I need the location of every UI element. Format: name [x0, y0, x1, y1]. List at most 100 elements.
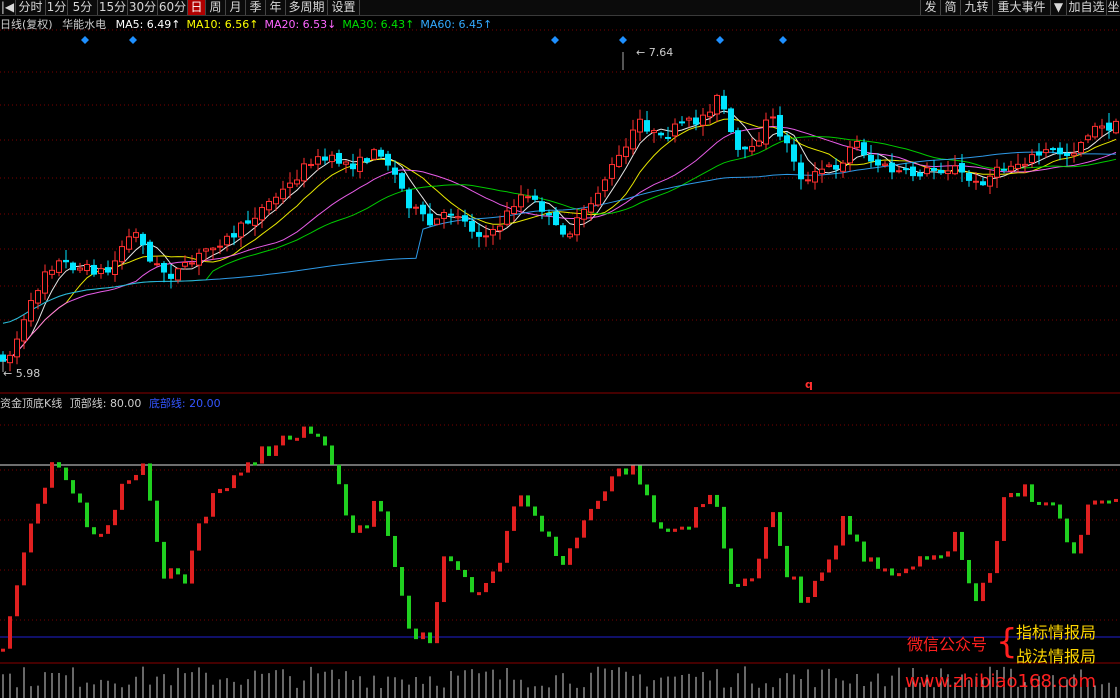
indicator-bar-59	[414, 628, 418, 640]
ma-legend-item-0: MA5: 6.49↑	[115, 18, 181, 31]
candle-body-70	[490, 228, 496, 236]
candle-body-3	[21, 319, 27, 342]
candle-body-54	[378, 149, 384, 157]
candle-body-48	[336, 152, 342, 164]
indicator-bar-42	[295, 437, 299, 441]
toolbar-item-13[interactable]: 设置	[328, 0, 360, 15]
indicator-bar-102	[715, 494, 719, 507]
candle-body-87	[609, 164, 615, 179]
low-price-value: 5.98	[15, 367, 41, 380]
indicator-bar-107	[750, 578, 754, 582]
candle-body-16	[112, 260, 118, 275]
candle-body-86	[602, 179, 608, 192]
indicator-bar-92	[645, 484, 649, 496]
toolbar-item-2[interactable]: 1分	[46, 0, 68, 15]
candle-body-8	[56, 260, 62, 273]
diamond-marker-2	[551, 36, 559, 44]
toolbar-item-8[interactable]: 周	[206, 0, 226, 15]
toolbar-item-11[interactable]: 年	[266, 0, 286, 15]
candle-body-154	[1078, 142, 1084, 154]
toolbar-right-item-6[interactable]: 坐	[1106, 0, 1120, 15]
toolbar-item-6[interactable]: 60分	[158, 0, 188, 15]
toolbar-item-10[interactable]: 季	[246, 0, 266, 15]
candle-body-100	[700, 114, 706, 126]
indicator-bar-55	[386, 511, 390, 536]
candle-body-74	[518, 194, 524, 208]
indicator-bar-152	[1065, 518, 1069, 543]
indicator-bar-62	[435, 602, 439, 644]
candle-body-51	[357, 156, 363, 172]
indicator-bar-153	[1072, 542, 1076, 554]
indicator-bar-43	[302, 426, 306, 438]
toolbar-item-1[interactable]: 分时	[16, 0, 46, 15]
candle-body-31	[217, 245, 223, 248]
toolbar-right-item-2[interactable]: 九转	[960, 0, 992, 15]
indicator-bar-45	[316, 433, 320, 437]
candle-body-14	[98, 268, 104, 275]
indicator-bar-101	[708, 494, 712, 505]
candle-body-123	[861, 142, 867, 156]
candle-body-25	[175, 268, 181, 281]
candle-body-152	[1064, 152, 1070, 156]
candle-body-81	[567, 233, 573, 238]
candle-body-90	[630, 129, 636, 150]
toolbar-item-5[interactable]: 30分	[128, 0, 158, 15]
q-marker: q	[805, 378, 813, 391]
candle-body-159	[1113, 120, 1119, 134]
toolbar-item-12[interactable]: 多周期	[286, 0, 328, 15]
candle-body-92	[644, 120, 650, 132]
toolbar-right-item-0[interactable]: 发	[920, 0, 940, 15]
indicator-bar-111	[778, 512, 782, 546]
candle-body-110	[770, 116, 776, 119]
high-price-label: ← 7.64	[636, 46, 674, 59]
indicator-bar-130	[911, 566, 915, 570]
candle-body-28	[196, 252, 202, 266]
indicator-bar-113	[792, 576, 796, 580]
candle-body-115	[805, 179, 811, 182]
wechat-label: 微信公众号	[907, 635, 988, 654]
indicator-bar-23	[162, 541, 166, 579]
indicator-bar-81	[568, 548, 572, 565]
toolbar-right-item-4[interactable]: ▼	[1050, 0, 1066, 15]
candle-body-9	[63, 259, 69, 263]
candle-body-64	[448, 213, 454, 216]
indicator-bar-83	[582, 520, 586, 538]
indicator-bar-16	[113, 509, 117, 526]
ma-legend-item-4: MA60: 6.45↑	[420, 18, 493, 31]
indicator-bar-41	[288, 435, 292, 440]
candle-body-79	[553, 211, 559, 226]
candle-body-38	[266, 200, 272, 211]
candle-body-45	[315, 156, 321, 165]
toolbar-item-0[interactable]: |◀	[0, 0, 16, 15]
watermark-line2: 战法情报局	[1016, 647, 1097, 666]
toolbar-right-item-3[interactable]: 重大事件	[992, 0, 1050, 15]
toolbar-item-7[interactable]: 日	[188, 0, 206, 15]
toolbar-right-item-1[interactable]: 简	[940, 0, 960, 15]
indicator-bar-9	[64, 467, 68, 481]
toolbar-item-9[interactable]: 月	[226, 0, 246, 15]
candle-body-124	[868, 154, 874, 162]
indicator-bar-40	[281, 435, 285, 446]
diamond-marker-3	[619, 36, 627, 44]
candle-body-68	[476, 232, 482, 237]
toolbar-item-3[interactable]: 5分	[68, 0, 98, 15]
candle-body-78	[546, 213, 552, 216]
candle-body-75	[525, 196, 531, 199]
candle-body-37	[259, 207, 265, 221]
candle-body-139	[973, 180, 979, 183]
toolbar-right-item-5[interactable]: 加自选	[1066, 0, 1106, 15]
indicator-bar-1	[8, 616, 12, 649]
candle-body-106	[742, 146, 748, 150]
indicator-bar-15	[106, 525, 110, 534]
period-toolbar: |◀ 分时 1分 5分 15分 30分 60分日周月季年多周期 设置 发简九转 重大事件 ▼ 加自选坐	[0, 0, 1120, 16]
indicator-bar-32	[225, 488, 229, 492]
price-candles	[0, 89, 1119, 372]
indicator-bar-27	[190, 550, 194, 584]
chart-canvas[interactable]	[0, 0, 1120, 698]
candle-body-53	[371, 149, 377, 160]
candle-body-145	[1015, 163, 1021, 169]
indicator-bar-53	[372, 500, 376, 527]
toolbar-item-4[interactable]: 15分	[98, 0, 128, 15]
candle-body-71	[497, 225, 503, 232]
grid-lines	[0, 29, 1120, 664]
